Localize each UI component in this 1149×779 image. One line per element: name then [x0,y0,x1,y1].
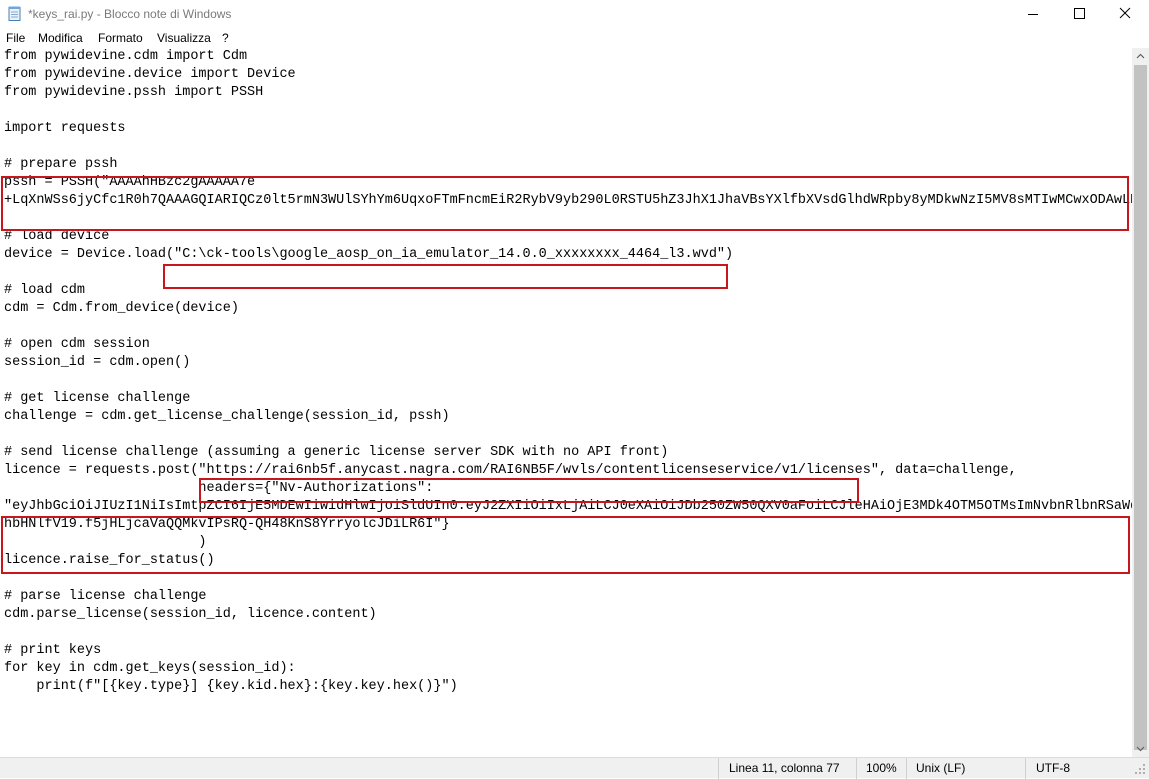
code-line: from pywidevine.pssh import PSSH [4,85,264,100]
code-line: # load device [4,229,110,244]
code-text[interactable]: from pywidevine.cdm import Cdm from pywi… [4,48,1132,696]
code-line: session_id = cdm.open() [4,355,191,370]
code-line: from pywidevine.device import Device [4,67,296,82]
maximize-icon [1074,8,1085,19]
minimize-button[interactable] [1010,0,1056,28]
resize-grip-icon[interactable] [1133,762,1147,776]
code-line: for key in cdm.get_keys(session_id): [4,661,296,676]
code-line: device = Device.load("C:\ck-tools\google… [4,247,734,262]
code-line: cdm.parse_license(session_id, licence.co… [4,607,377,622]
scrollbar-thumb[interactable] [1134,65,1147,750]
line-ending: Unix (LF) [916,761,966,775]
window-title: *keys_rai.py - Blocco note di Windows [28,7,232,21]
status-divider [906,758,907,779]
close-icon [1119,7,1131,19]
notepad-icon [8,6,21,21]
code-line: # print keys [4,643,102,658]
code-line: challenge = cdm.get_license_challenge(se… [4,409,450,424]
code-line: cdm = Cdm.from_device(device) [4,301,239,316]
title-bar[interactable]: *keys_rai.py - Blocco note di Windows [0,0,1149,28]
maximize-button[interactable] [1056,0,1102,28]
highlight-auth-token [1,516,1130,574]
code-line: # open cdm session [4,337,150,352]
code-line: # get license challenge [4,391,191,406]
highlight-license-url [199,478,859,503]
text-editor[interactable]: from pywidevine.cdm import Cdm from pywi… [0,48,1132,757]
code-line: # prepare pssh [4,157,118,172]
minimize-icon [1028,14,1038,15]
code-line: import requests [4,121,126,136]
menu-bar: File Modifica Formato Visualizza ? [0,29,1149,48]
status-divider [718,758,719,779]
menu-formato[interactable]: Formato [98,31,143,45]
encoding: UTF-8 [1036,761,1070,775]
code-line: print(f"[{key.type}] {key.kid.hex}:{key.… [4,679,458,694]
menu-modifica[interactable]: Modifica [38,31,83,45]
scroll-up-icon[interactable] [1132,48,1149,65]
code-line: # parse license challenge [4,589,207,604]
status-divider [856,758,857,779]
code-line: # load cdm [4,283,86,298]
status-divider [1025,758,1026,779]
close-button[interactable] [1102,0,1148,28]
code-line: # send license challenge (assuming a gen… [4,445,669,460]
cursor-position: Linea 11, colonna 77 [729,761,840,775]
code-line: from pywidevine.cdm import Cdm [4,49,248,64]
status-bar: Linea 11, colonna 77 100% Unix (LF) UTF-… [0,757,1149,779]
highlight-device-path [163,264,728,289]
vertical-scrollbar[interactable] [1132,48,1149,757]
menu-file[interactable]: File [6,31,25,45]
highlight-pssh [1,176,1129,231]
menu-help[interactable]: ? [222,31,229,45]
zoom-level: 100% [866,761,897,775]
menu-visualizza[interactable]: Visualizza [157,31,211,45]
scroll-down-icon[interactable] [1132,740,1149,757]
code-line: licence = requests.post("https://rai6nb5… [4,463,1017,478]
